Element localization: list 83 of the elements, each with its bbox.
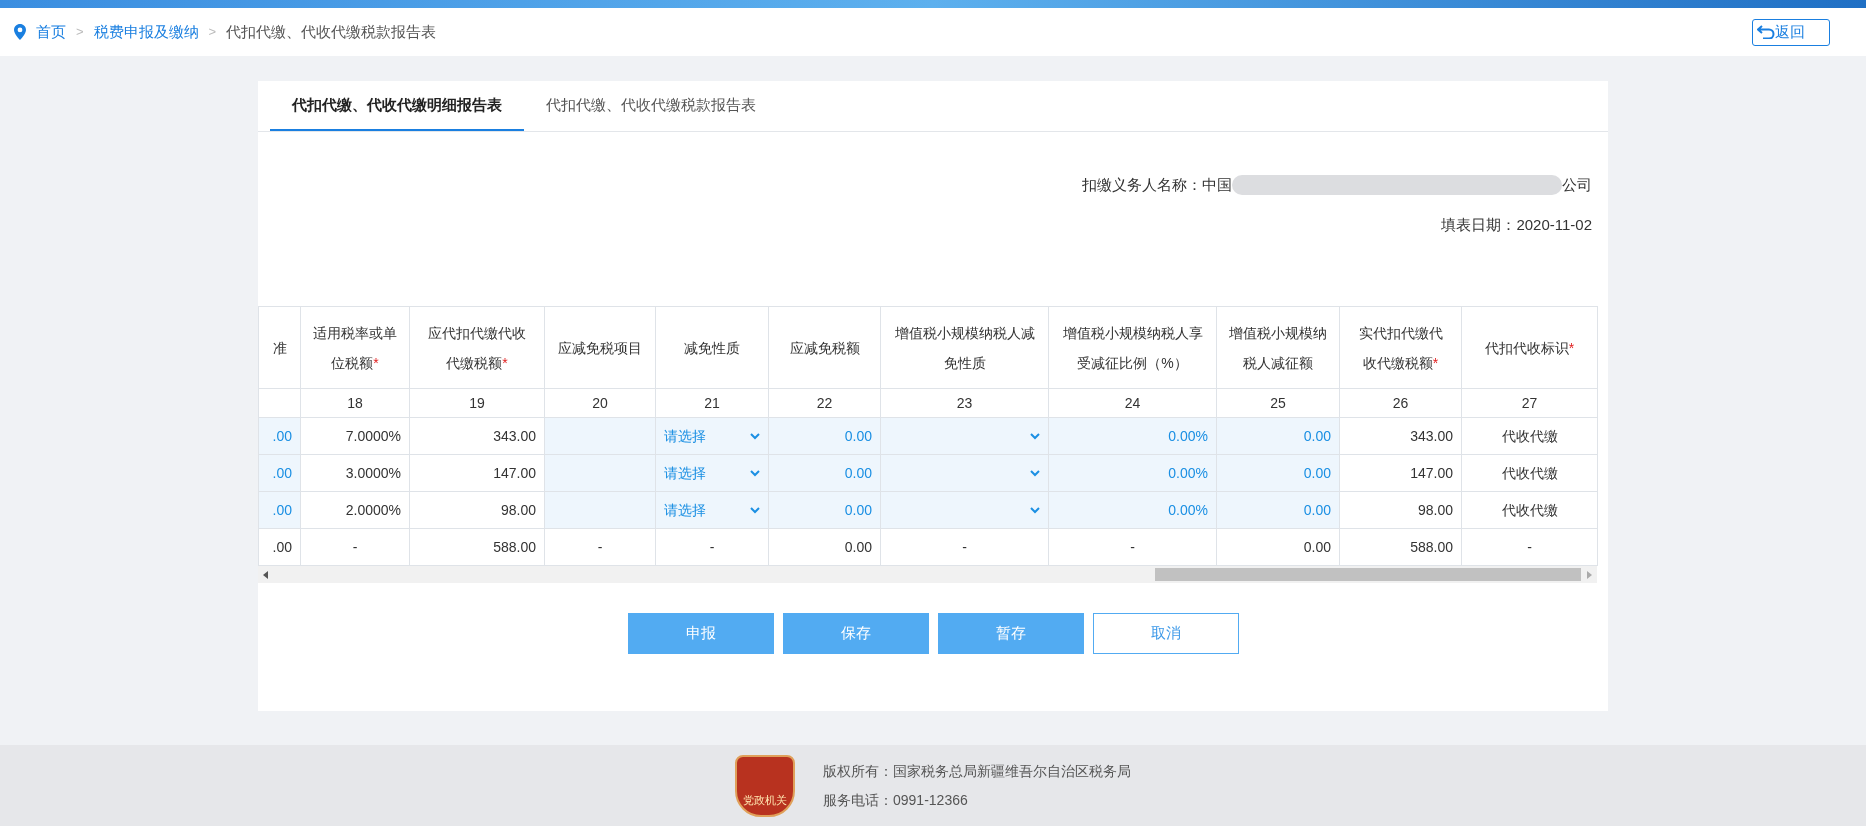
column-number: 19 <box>469 394 485 411</box>
chevron-down-icon <box>1030 506 1040 514</box>
input-value[interactable]: 0.00% <box>1168 501 1208 518</box>
table-cell: - <box>709 538 715 555</box>
column-number: 24 <box>1124 394 1141 411</box>
table-cell: 7.0000% <box>345 427 401 444</box>
tab[interactable]: 代扣代缴、代收代缴税款报告表 <box>524 81 778 131</box>
input-value[interactable]: 0.00% <box>1168 464 1208 481</box>
table-cell: 代收代缴 <box>1501 464 1558 481</box>
table-cell: 147.00 <box>493 464 536 481</box>
input-value[interactable]: 0.00 <box>844 501 872 518</box>
chevron-down-icon <box>1030 432 1040 440</box>
table-cell: 3.0000% <box>345 464 401 481</box>
return-arrow-icon <box>1757 25 1775 39</box>
back-button[interactable]: 返回 <box>1752 18 1830 46</box>
table-cell: 代收代缴 <box>1501 427 1558 444</box>
breadcrumb-link[interactable]: 税费申报及缴纳 <box>93 20 199 44</box>
fill-date-value: 2020-11-02 <box>1516 214 1592 235</box>
column-header: 减免性质 <box>684 339 740 356</box>
input-value[interactable]: 0.00 <box>1303 464 1331 481</box>
table-cell: 343.00 <box>493 427 536 444</box>
breadcrumb-separator: > <box>208 23 217 42</box>
tab[interactable]: 代扣代缴、代收代缴明细报告表 <box>270 81 524 131</box>
table-cell: 98.00 <box>500 501 536 518</box>
column-header: 增值税小规模纳税人减免性质 <box>894 324 1035 371</box>
input-value[interactable]: 0.00 <box>1303 501 1331 518</box>
column-header: 适用税率或单位税额* <box>313 324 397 371</box>
column-header: 准 <box>272 339 287 356</box>
action-button[interactable]: 保存 <box>782 613 929 654</box>
column-number: 18 <box>347 394 363 411</box>
table-cell: - <box>597 538 603 555</box>
copyright-text: 版权所有：国家税务总局新疆维吾尔自治区税务局 <box>823 761 1131 781</box>
table-cell: 0.00 <box>844 538 872 555</box>
column-header: 增值税小规模纳税人享受减征比例（%） <box>1062 324 1203 371</box>
table-cell: 147.00 <box>1410 464 1453 481</box>
column-header: 应代扣代缴代收代缴税额* <box>428 324 526 371</box>
chevron-down-icon <box>750 506 760 514</box>
table-cell: 588.00 <box>1410 538 1453 555</box>
table-cell: 2.0000% <box>345 501 401 518</box>
column-number: 22 <box>816 394 833 411</box>
table-cell: 0.00 <box>1303 538 1331 555</box>
action-button[interactable]: 申报 <box>627 613 774 654</box>
fill-date-label: 填表日期： <box>1441 214 1517 235</box>
agent-name-label: 扣缴义务人名称： <box>1082 175 1202 195</box>
agent-name-end: 公司 <box>1562 175 1592 195</box>
action-button[interactable]: 暂存 <box>937 613 1084 654</box>
service-phone: 服务电话：0991-12366 <box>823 790 969 810</box>
column-number: 21 <box>704 394 720 411</box>
column-number: 23 <box>956 394 973 411</box>
column-header: 应减免税项目 <box>558 339 642 356</box>
chevron-down-icon <box>1030 469 1040 477</box>
column-header: 增值税小规模纳税人减征额 <box>1229 324 1327 371</box>
table-cell: - <box>352 538 358 555</box>
breadcrumb-current: 代扣代缴、代收代缴税款报告表 <box>226 21 437 42</box>
breadcrumb-separator: > <box>76 23 84 42</box>
column-number: 26 <box>1392 394 1409 411</box>
table-cell: - <box>1527 538 1532 555</box>
table-cell: 343.00 <box>1410 427 1453 444</box>
table-cell: - <box>1130 538 1135 555</box>
column-header: 实代扣代缴代收代缴税额* <box>1358 324 1443 371</box>
action-button[interactable]: 取消 <box>1092 613 1239 654</box>
chevron-down-icon <box>750 469 760 477</box>
agent-name-start: 中国 <box>1202 175 1232 195</box>
scrollbar-thumb[interactable] <box>1155 568 1581 581</box>
input-value[interactable]: 0.00 <box>1303 427 1331 444</box>
column-header: 代扣代收标识* <box>1484 339 1575 356</box>
breadcrumb-link[interactable]: 首页 <box>36 20 66 44</box>
table-cell: - <box>962 538 967 555</box>
table-cell: 代收代缴 <box>1501 501 1558 518</box>
column-number: 27 <box>1521 394 1538 411</box>
location-pin-icon <box>14 24 26 40</box>
table-cell: 98.00 <box>1417 501 1453 518</box>
table-cell: .00 <box>272 538 292 555</box>
government-badge: 党政机关 <box>735 754 795 817</box>
column-number: 20 <box>592 394 608 411</box>
input-value[interactable]: 0.00 <box>844 464 872 481</box>
horizontal-scrollbar[interactable] <box>258 566 1597 583</box>
input-value[interactable]: 0.00 <box>844 427 872 444</box>
chevron-down-icon <box>750 432 760 440</box>
column-number: 25 <box>1270 394 1286 411</box>
input-value[interactable]: 0.00% <box>1168 427 1208 444</box>
column-header: 应减免税额 <box>789 339 860 356</box>
table-cell: 588.00 <box>493 538 536 555</box>
